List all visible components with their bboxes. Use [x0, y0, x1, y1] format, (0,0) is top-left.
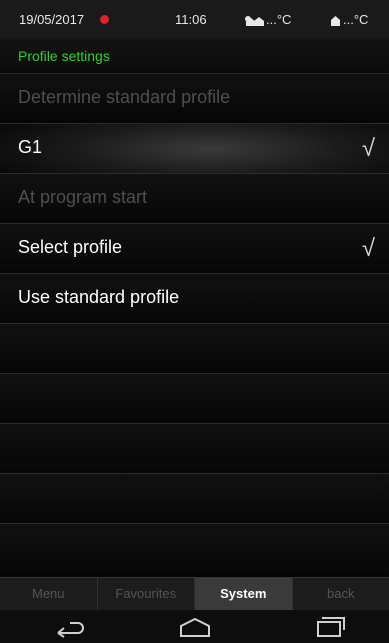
tab-favourites[interactable]: Favourites: [98, 578, 195, 610]
list-item-label: Select profile: [18, 237, 123, 257]
section-header-label: Determine standard profile: [18, 87, 231, 107]
empty-row: [0, 324, 389, 374]
home-icon[interactable]: [178, 616, 212, 638]
outside-temperature-value: ...°C: [266, 12, 292, 27]
recent-apps-icon[interactable]: [312, 616, 346, 638]
inside-temperature: ...°C: [330, 12, 368, 27]
list-item-use-standard-profile[interactable]: Use standard profile: [0, 274, 389, 324]
checkmark-icon: √: [361, 135, 375, 162]
list-item-label: Use standard profile: [18, 287, 180, 307]
tab-menu[interactable]: Menu: [0, 578, 98, 610]
title-bar: Profile settings: [0, 38, 389, 74]
status-bar: 19/05/2017 11:06 ...°C ...°C: [0, 0, 389, 38]
checkmark-icon: √: [361, 235, 375, 262]
house-icon: [331, 16, 340, 26]
page-title: Profile settings: [18, 48, 110, 64]
list-item-g1[interactable]: G1 √: [0, 124, 389, 174]
inside-temperature-value: ...°C: [343, 12, 369, 27]
section-header-standard-profile: Determine standard profile: [0, 74, 389, 124]
profile-settings-list: Determine standard profile G1 √ At progr…: [0, 74, 389, 577]
tab-system[interactable]: System: [195, 578, 293, 610]
bottom-tab-bar: Menu Favourites System back: [0, 577, 389, 610]
empty-row: [0, 424, 389, 474]
outdoor-house-icon: [245, 16, 264, 26]
android-navigation-bar: [0, 610, 389, 643]
empty-row: [0, 524, 389, 577]
section-header-label: At program start: [18, 187, 148, 207]
alert-indicator-icon: [100, 15, 109, 24]
empty-row: [0, 374, 389, 424]
section-header-program-start: At program start: [0, 174, 389, 224]
status-date: 19/05/2017: [19, 12, 85, 27]
tab-back[interactable]: back: [293, 578, 389, 610]
back-arrow-icon[interactable]: [52, 616, 86, 638]
status-time: 11:06: [175, 12, 207, 27]
empty-row: [0, 474, 389, 524]
list-item-label: G1: [18, 137, 43, 157]
list-item-select-profile[interactable]: Select profile √: [0, 224, 389, 274]
outside-temperature: ...°C: [244, 12, 291, 27]
